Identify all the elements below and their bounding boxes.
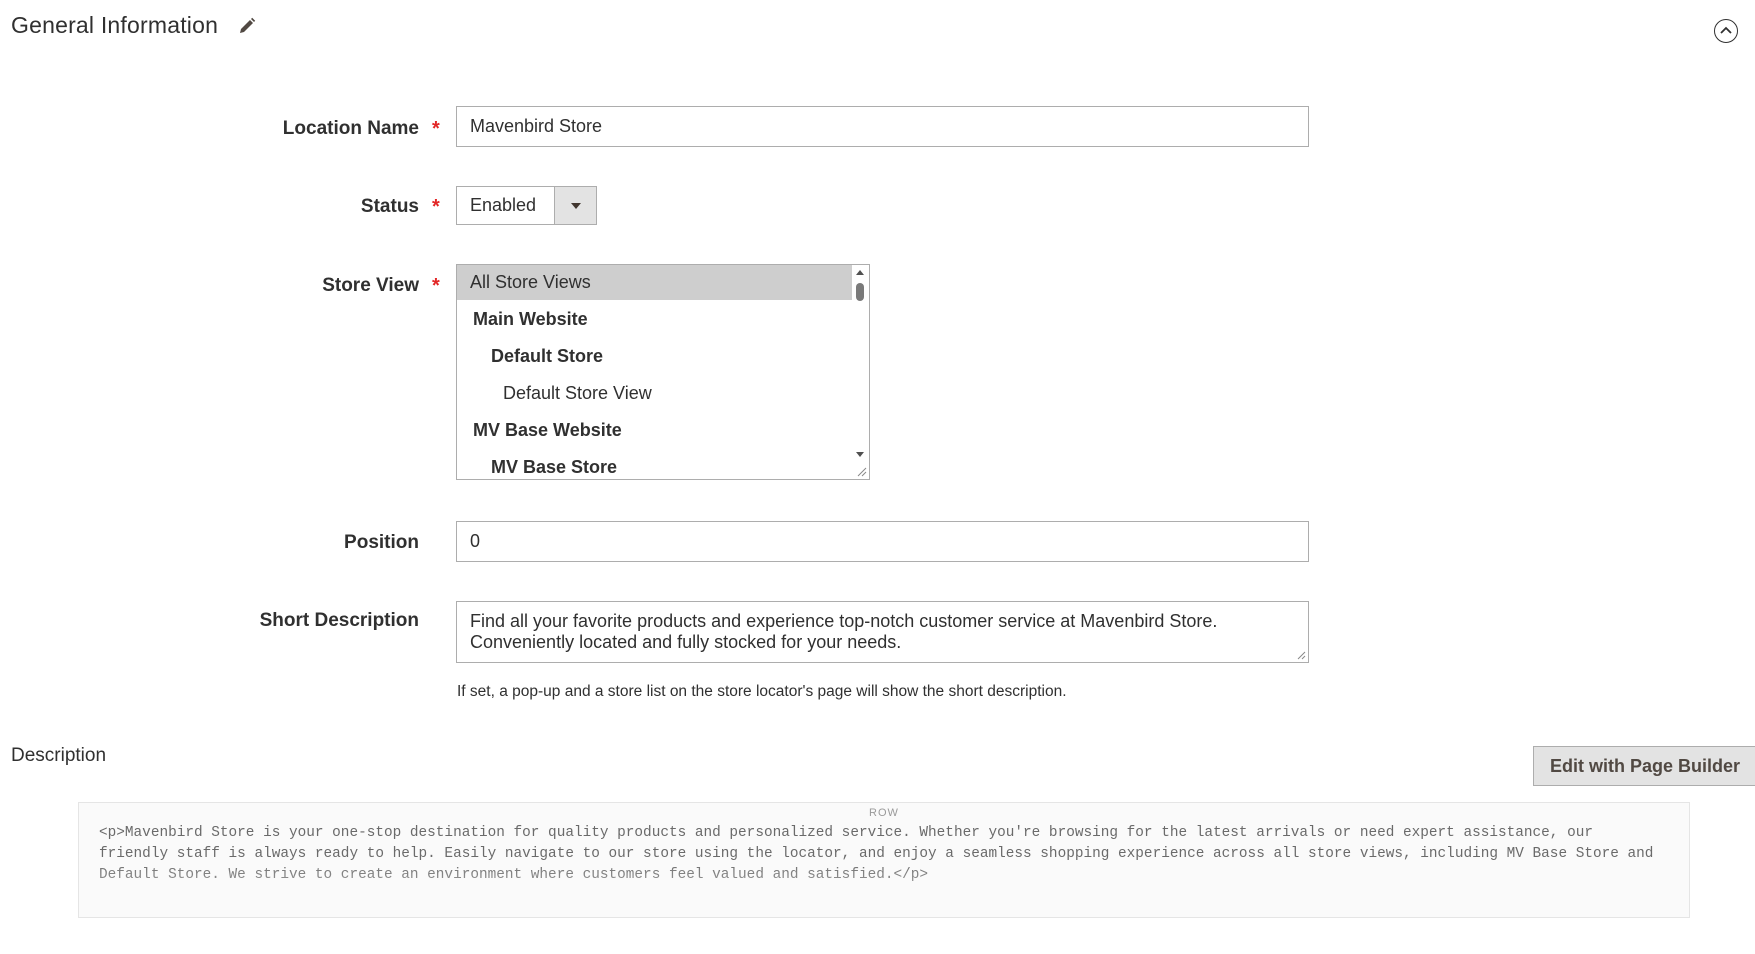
chevron-down-icon	[554, 187, 596, 224]
position-label: Position	[344, 532, 419, 553]
store-view-label: Store View	[322, 275, 419, 296]
status-label: Status	[360, 196, 419, 217]
store-view-multiselect[interactable]: All Store Views Main Website Default Sto…	[456, 264, 870, 480]
store-view-option[interactable]: Default Store	[457, 339, 869, 374]
pencil-icon[interactable]	[236, 15, 258, 37]
edit-with-page-builder-button[interactable]: Edit with Page Builder	[1533, 746, 1755, 786]
section-header: General Information	[11, 12, 258, 39]
resize-handle-icon[interactable]	[1296, 650, 1306, 660]
collapse-section-button[interactable]	[1714, 19, 1738, 43]
scrollbar[interactable]	[852, 265, 869, 479]
description-label: Description	[11, 745, 107, 766]
short-description-note: If set, a pop-up and a store list on the…	[457, 683, 1067, 700]
row-label: ROW	[869, 807, 899, 819]
required-marker: *	[432, 275, 440, 297]
short-description-text: Find all your favorite products and expe…	[470, 611, 1218, 652]
page-builder-preview[interactable]: ROW <p>Mavenbird Store is your one-stop …	[78, 802, 1690, 918]
status-select[interactable]: Enabled	[456, 186, 597, 225]
position-input[interactable]: 0	[456, 521, 1309, 562]
short-description-label: Short Description	[259, 610, 419, 631]
section-title: General Information	[11, 12, 219, 38]
short-description-textarea[interactable]: Find all your favorite products and expe…	[456, 601, 1309, 663]
required-marker: *	[432, 118, 440, 140]
scroll-down-icon[interactable]	[856, 452, 864, 457]
chevron-up-icon	[1720, 26, 1732, 34]
location-name-label: Location Name	[282, 118, 419, 139]
scrollbar-thumb[interactable]	[856, 283, 864, 301]
store-view-option[interactable]: MV Base Website	[457, 413, 869, 448]
store-view-option[interactable]: Main Website	[457, 302, 869, 337]
store-view-option[interactable]: Default Store View	[457, 376, 869, 411]
store-view-option[interactable]: MV Base Store	[457, 450, 869, 479]
scroll-up-icon[interactable]	[856, 270, 864, 275]
required-marker: *	[432, 196, 440, 218]
location-name-input[interactable]: Mavenbird Store	[456, 106, 1309, 147]
status-selected-value: Enabled	[470, 195, 537, 215]
resize-handle-icon[interactable]	[855, 465, 867, 477]
store-view-option[interactable]: All Store Views	[457, 265, 866, 300]
description-html-content: <p>Mavenbird Store is your one-stop dest…	[99, 825, 1654, 883]
